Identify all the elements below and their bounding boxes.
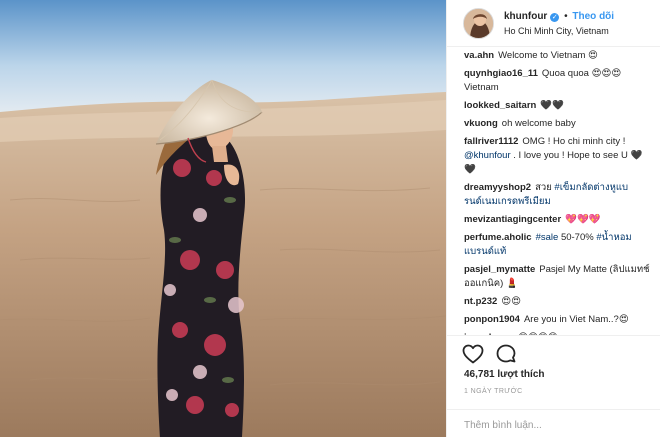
comment: va.ahn Welcome to Vietnam 😍 bbox=[464, 49, 651, 63]
comment-text: 50-70% bbox=[560, 232, 594, 243]
comment-user[interactable]: quynhgiao16_11 bbox=[464, 68, 538, 79]
comment: quynhgiao16_11 Quoa quoa 😍😍😍 Vietnam bbox=[464, 67, 651, 95]
comment-text: 🖤🖤 bbox=[540, 100, 565, 111]
post-actions: 46,781 lượt thích 1 NGÀY TRƯỚC bbox=[447, 335, 660, 437]
comment: pasjel_mymatte Pasjel My Matte (ลิปแมทช์อ… bbox=[464, 263, 651, 291]
heart-icon[interactable] bbox=[461, 342, 485, 366]
username-line: khunfour ✓ • Theo dõi bbox=[504, 11, 614, 22]
comment-hashtag[interactable]: #sale bbox=[536, 232, 559, 243]
comment-text: Welcome to Vietnam 😍 bbox=[498, 50, 598, 61]
comment: fallriver1112 OMG ! Ho chi minh city ! @k… bbox=[464, 135, 651, 177]
comment-user[interactable]: vkuong bbox=[464, 118, 498, 129]
verified-badge-icon: ✓ bbox=[550, 13, 560, 22]
comment-user[interactable]: fallriver1112 bbox=[464, 136, 518, 147]
comment: dreamyyshop2 สวย #เข็มกลัดต่างหูแบรนด์เนม… bbox=[464, 181, 651, 209]
comment-bubble-icon[interactable] bbox=[494, 342, 518, 366]
comment-text: Are you in Viet Nam..?😍 bbox=[523, 314, 629, 325]
comment: perfume.aholic #sale 50-70% #น้ำหอมแบรนด์… bbox=[464, 231, 651, 259]
comment-text: 😍😍 bbox=[501, 296, 522, 307]
instagram-post: khunfour ✓ • Theo dõi Ho Chi Minh City, V… bbox=[0, 0, 660, 437]
comment: vkuong oh welcome baby bbox=[464, 117, 651, 131]
comment: mevizantiagingcenter 💖💖💖 bbox=[464, 213, 651, 227]
comment-text: สวย bbox=[535, 182, 552, 193]
location-link[interactable]: Ho Chi Minh City, Vietnam bbox=[504, 26, 609, 36]
comment-text: oh welcome baby bbox=[501, 118, 576, 129]
comment-user[interactable]: va.ahn bbox=[464, 50, 494, 61]
comment: lookked_saitarn 🖤🖤 bbox=[464, 99, 651, 113]
comment-mention[interactable]: @khunfour bbox=[464, 150, 511, 161]
comment-text: OMG ! Ho chi minh city ! bbox=[522, 136, 626, 147]
comment-input[interactable] bbox=[464, 416, 649, 434]
comment-user[interactable]: ponpon1904 bbox=[464, 314, 520, 325]
comment-user[interactable]: perfume.aholic bbox=[464, 232, 532, 243]
comment-user[interactable]: mevizantiagingcenter bbox=[464, 214, 561, 225]
comment-user[interactable]: pasjel_mymatte bbox=[464, 264, 535, 275]
comment-text: 💖💖💖 bbox=[565, 214, 601, 225]
add-comment-bar bbox=[447, 409, 660, 437]
comment: ponpon1904 Are you in Viet Nam..?😍 bbox=[464, 313, 651, 327]
comment-user[interactable]: dreamyyshop2 bbox=[464, 182, 531, 193]
separator: • bbox=[564, 11, 568, 22]
comment-user[interactable]: nt.p232 bbox=[464, 296, 497, 307]
like-count[interactable]: 46,781 lượt thích bbox=[464, 369, 545, 380]
avatar[interactable] bbox=[463, 8, 494, 39]
action-icons bbox=[461, 342, 518, 368]
follow-button[interactable]: Theo dõi bbox=[572, 11, 614, 22]
post-photo[interactable] bbox=[0, 0, 446, 437]
post-sidebar: khunfour ✓ • Theo dõi Ho Chi Minh City, V… bbox=[446, 0, 660, 437]
post-timestamp[interactable]: 1 NGÀY TRƯỚC bbox=[464, 388, 523, 395]
comments-list[interactable]: va.ahn Welcome to Vietnam 😍 quynhgiao16_1… bbox=[447, 47, 660, 335]
comment-user[interactable]: lookked_saitarn bbox=[464, 100, 536, 111]
username[interactable]: khunfour bbox=[504, 11, 547, 22]
post-header: khunfour ✓ • Theo dõi Ho Chi Minh City, V… bbox=[447, 0, 660, 47]
comment: nt.p232 😍😍 bbox=[464, 295, 651, 309]
